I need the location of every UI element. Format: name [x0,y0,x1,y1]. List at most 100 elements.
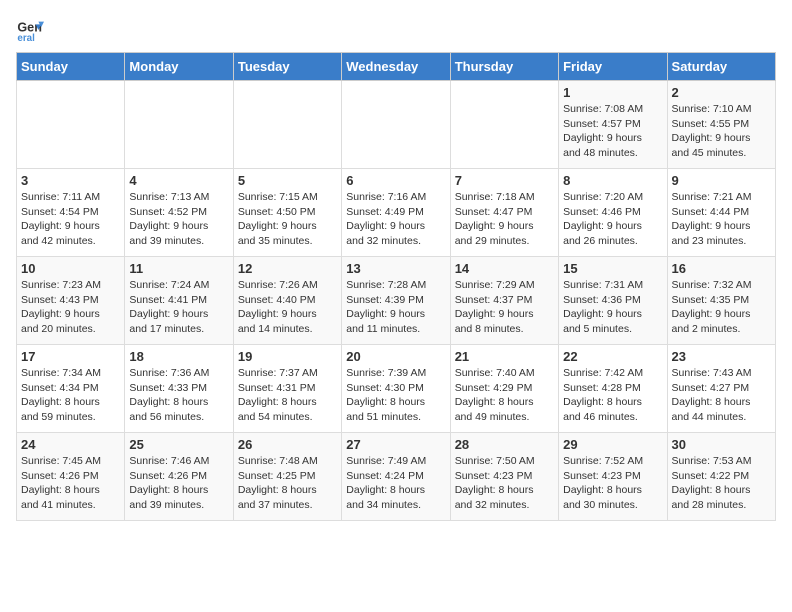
day-info: Sunrise: 7:48 AM Sunset: 4:25 PM Dayligh… [238,454,337,513]
day-number: 19 [238,349,337,364]
day-number: 23 [672,349,771,364]
day-info: Sunrise: 7:49 AM Sunset: 4:24 PM Dayligh… [346,454,445,513]
day-cell: 6 Sunrise: 7:16 AM Sunset: 4:49 PM Daylig… [342,169,450,257]
day-info: Sunrise: 7:40 AM Sunset: 4:29 PM Dayligh… [455,366,554,425]
day-number: 11 [129,261,228,276]
day-cell: 30 Sunrise: 7:53 AM Sunset: 4:22 PM Dayli… [667,433,775,521]
day-cell: 25 Sunrise: 7:46 AM Sunset: 4:26 PM Dayli… [125,433,233,521]
header-row: SundayMondayTuesdayWednesdayThursdayFrid… [17,53,776,81]
day-cell: 12 Sunrise: 7:26 AM Sunset: 4:40 PM Dayli… [233,257,341,345]
day-info: Sunrise: 7:29 AM Sunset: 4:37 PM Dayligh… [455,278,554,337]
day-info: Sunrise: 7:42 AM Sunset: 4:28 PM Dayligh… [563,366,662,425]
day-cell [125,81,233,169]
day-cell: 7 Sunrise: 7:18 AM Sunset: 4:47 PM Daylig… [450,169,558,257]
day-number: 12 [238,261,337,276]
calendar-table: SundayMondayTuesdayWednesdayThursdayFrid… [16,52,776,521]
day-cell: 26Sunrise: 7:48 AM Sunset: 4:25 PM Dayli… [233,433,341,521]
day-number: 6 [346,173,445,188]
day-number: 29 [563,437,662,452]
day-cell: 1 Sunrise: 7:08 AM Sunset: 4:57 PM Daylig… [559,81,667,169]
day-info: Sunrise: 7:18 AM Sunset: 4:47 PM Dayligh… [455,190,554,249]
week-row-2: 3 Sunrise: 7:11 AM Sunset: 4:54 PM Daylig… [17,169,776,257]
day-info: Sunrise: 7:46 AM Sunset: 4:26 PM Dayligh… [129,454,228,513]
day-number: 9 [672,173,771,188]
day-cell: 21 Sunrise: 7:40 AM Sunset: 4:29 PM Dayli… [450,345,558,433]
header: Gen eral [16,16,776,44]
svg-text:eral: eral [17,33,35,44]
day-number: 28 [455,437,554,452]
day-number: 10 [21,261,120,276]
logo: Gen eral [16,16,48,44]
day-number: 30 [672,437,771,452]
day-info: Sunrise: 7:32 AM Sunset: 4:35 PM Dayligh… [672,278,771,337]
day-cell [233,81,341,169]
day-info: Sunrise: 7:13 AM Sunset: 4:52 PM Dayligh… [129,190,228,249]
day-cell: 15 Sunrise: 7:31 AM Sunset: 4:36 PM Dayli… [559,257,667,345]
day-cell: 3 Sunrise: 7:11 AM Sunset: 4:54 PM Daylig… [17,169,125,257]
day-cell: 9 Sunrise: 7:21 AM Sunset: 4:44 PM Daylig… [667,169,775,257]
day-number: 13 [346,261,445,276]
day-cell: 17 Sunrise: 7:34 AM Sunset: 4:34 PM Dayli… [17,345,125,433]
day-info: Sunrise: 7:11 AM Sunset: 4:54 PM Dayligh… [21,190,120,249]
day-header-saturday: Saturday [667,53,775,81]
day-number: 21 [455,349,554,364]
day-info: Sunrise: 7:50 AM Sunset: 4:23 PM Dayligh… [455,454,554,513]
day-cell: 14 Sunrise: 7:29 AM Sunset: 4:37 PM Dayli… [450,257,558,345]
day-number: 27 [346,437,445,452]
day-info: Sunrise: 7:16 AM Sunset: 4:49 PM Dayligh… [346,190,445,249]
day-header-friday: Friday [559,53,667,81]
day-info: Sunrise: 7:21 AM Sunset: 4:44 PM Dayligh… [672,190,771,249]
day-number: 1 [563,85,662,100]
day-number: 15 [563,261,662,276]
day-info: Sunrise: 7:31 AM Sunset: 4:36 PM Dayligh… [563,278,662,337]
day-number: 8 [563,173,662,188]
day-number: 17 [21,349,120,364]
day-number: 22 [563,349,662,364]
day-header-sunday: Sunday [17,53,125,81]
day-number: 5 [238,173,337,188]
day-number: 3 [21,173,120,188]
day-info: Sunrise: 7:53 AM Sunset: 4:22 PM Dayligh… [672,454,771,513]
day-info: Sunrise: 7:23 AM Sunset: 4:43 PM Dayligh… [21,278,120,337]
day-number: 14 [455,261,554,276]
day-header-tuesday: Tuesday [233,53,341,81]
logo-icon: Gen eral [16,16,44,44]
day-info: Sunrise: 7:39 AM Sunset: 4:30 PM Dayligh… [346,366,445,425]
day-header-monday: Monday [125,53,233,81]
day-number: 7 [455,173,554,188]
week-row-4: 17 Sunrise: 7:34 AM Sunset: 4:34 PM Dayli… [17,345,776,433]
day-cell: 22 Sunrise: 7:42 AM Sunset: 4:28 PM Dayli… [559,345,667,433]
day-cell [450,81,558,169]
day-info: Sunrise: 7:36 AM Sunset: 4:33 PM Dayligh… [129,366,228,425]
day-cell [17,81,125,169]
day-cell: 27 Sunrise: 7:49 AM Sunset: 4:24 PM Dayli… [342,433,450,521]
day-info: Sunrise: 7:28 AM Sunset: 4:39 PM Dayligh… [346,278,445,337]
day-number: 25 [129,437,228,452]
day-number: 18 [129,349,228,364]
day-info: Sunrise: 7:43 AM Sunset: 4:27 PM Dayligh… [672,366,771,425]
day-info: Sunrise: 7:37 AM Sunset: 4:31 PM Dayligh… [238,366,337,425]
day-cell: 29 Sunrise: 7:52 AM Sunset: 4:23 PM Dayli… [559,433,667,521]
day-cell: 20Sunrise: 7:39 AM Sunset: 4:30 PM Dayli… [342,345,450,433]
day-cell: 18 Sunrise: 7:36 AM Sunset: 4:33 PM Dayli… [125,345,233,433]
day-cell: 8 Sunrise: 7:20 AM Sunset: 4:46 PM Daylig… [559,169,667,257]
day-info: Sunrise: 7:52 AM Sunset: 4:23 PM Dayligh… [563,454,662,513]
week-row-3: 10 Sunrise: 7:23 AM Sunset: 4:43 PM Dayli… [17,257,776,345]
day-number: 16 [672,261,771,276]
day-cell: 4 Sunrise: 7:13 AM Sunset: 4:52 PM Daylig… [125,169,233,257]
day-number: 4 [129,173,228,188]
day-info: Sunrise: 7:26 AM Sunset: 4:40 PM Dayligh… [238,278,337,337]
day-cell: 16 Sunrise: 7:32 AM Sunset: 4:35 PM Dayli… [667,257,775,345]
day-cell: 23 Sunrise: 7:43 AM Sunset: 4:27 PM Dayli… [667,345,775,433]
day-info: Sunrise: 7:08 AM Sunset: 4:57 PM Dayligh… [563,102,662,161]
week-row-1: 1 Sunrise: 7:08 AM Sunset: 4:57 PM Daylig… [17,81,776,169]
week-row-5: 24Sunrise: 7:45 AM Sunset: 4:26 PM Dayli… [17,433,776,521]
day-info: Sunrise: 7:15 AM Sunset: 4:50 PM Dayligh… [238,190,337,249]
day-cell: 10 Sunrise: 7:23 AM Sunset: 4:43 PM Dayli… [17,257,125,345]
day-info: Sunrise: 7:20 AM Sunset: 4:46 PM Dayligh… [563,190,662,249]
day-info: Sunrise: 7:34 AM Sunset: 4:34 PM Dayligh… [21,366,120,425]
day-cell [342,81,450,169]
day-cell: 2Sunrise: 7:10 AM Sunset: 4:55 PM Daylig… [667,81,775,169]
day-info: Sunrise: 7:45 AM Sunset: 4:26 PM Dayligh… [21,454,120,513]
day-cell: 5 Sunrise: 7:15 AM Sunset: 4:50 PM Daylig… [233,169,341,257]
